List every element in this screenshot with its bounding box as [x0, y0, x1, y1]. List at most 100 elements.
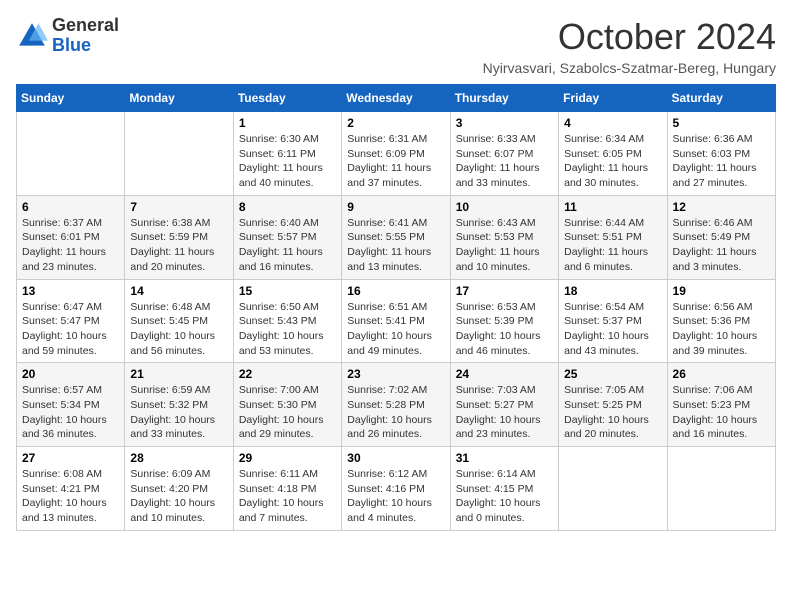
calendar-week-row: 20Sunrise: 6:57 AMSunset: 5:34 PMDayligh… — [17, 363, 776, 447]
calendar-cell — [667, 447, 775, 531]
calendar-cell: 30Sunrise: 6:12 AMSunset: 4:16 PMDayligh… — [342, 447, 450, 531]
calendar-cell: 29 Sunrise: 6:11 AMSunset: 4:18 PMDayligh… — [233, 447, 341, 531]
day-number: 22 — [239, 367, 336, 381]
calendar-cell: 1 Sunrise: 6:30 AMSunset: 6:11 PMDaylight… — [233, 112, 341, 196]
day-info: Sunrise: 7:00 AMSunset: 5:30 PMDaylight:… — [239, 383, 336, 442]
day-info: Sunrise: 6:48 AMSunset: 5:45 PMDaylight:… — [130, 300, 227, 359]
calendar-cell: 20Sunrise: 6:57 AMSunset: 5:34 PMDayligh… — [17, 363, 125, 447]
day-info: Sunrise: 6:12 AMSunset: 4:16 PMDaylight:… — [347, 467, 444, 526]
day-number: 18 — [564, 284, 661, 298]
calendar-cell: 4 Sunrise: 6:34 AMSunset: 6:05 PMDaylight… — [559, 112, 667, 196]
calendar-cell: 13Sunrise: 6:47 AMSunset: 5:47 PMDayligh… — [17, 279, 125, 363]
calendar-cell: 8 Sunrise: 6:40 AMSunset: 5:57 PMDaylight… — [233, 195, 341, 279]
weekday-header-saturday: Saturday — [667, 85, 775, 112]
day-info: Sunrise: 6:30 AMSunset: 6:11 PMDaylight:… — [239, 132, 336, 191]
calendar-cell: 24 Sunrise: 7:03 AMSunset: 5:27 PMDayligh… — [450, 363, 558, 447]
day-info: Sunrise: 6:37 AMSunset: 6:01 PMDaylight:… — [22, 216, 119, 275]
logo-general-text: General — [52, 15, 119, 35]
calendar-cell: 18 Sunrise: 6:54 AMSunset: 5:37 PMDayligh… — [559, 279, 667, 363]
calendar-cell: 6 Sunrise: 6:37 AMSunset: 6:01 PMDaylight… — [17, 195, 125, 279]
weekday-header-monday: Monday — [125, 85, 233, 112]
calendar-cell: 9Sunrise: 6:41 AMSunset: 5:55 PMDaylight… — [342, 195, 450, 279]
calendar-week-row: 27Sunrise: 6:08 AMSunset: 4:21 PMDayligh… — [17, 447, 776, 531]
calendar-body: 1 Sunrise: 6:30 AMSunset: 6:11 PMDaylight… — [17, 112, 776, 531]
day-number: 1 — [239, 116, 336, 130]
calendar-week-row: 13Sunrise: 6:47 AMSunset: 5:47 PMDayligh… — [17, 279, 776, 363]
day-number: 13 — [22, 284, 119, 298]
calendar-week-row: 1 Sunrise: 6:30 AMSunset: 6:11 PMDaylight… — [17, 112, 776, 196]
calendar-table: SundayMondayTuesdayWednesdayThursdayFrid… — [16, 84, 776, 531]
calendar-cell: 23Sunrise: 7:02 AMSunset: 5:28 PMDayligh… — [342, 363, 450, 447]
day-number: 29 — [239, 451, 336, 465]
weekday-header-tuesday: Tuesday — [233, 85, 341, 112]
day-info: Sunrise: 6:54 AMSunset: 5:37 PMDaylight:… — [564, 300, 661, 359]
calendar-cell: 21 Sunrise: 6:59 AMSunset: 5:32 PMDayligh… — [125, 363, 233, 447]
day-number: 25 — [564, 367, 661, 381]
day-number: 16 — [347, 284, 444, 298]
day-number: 3 — [456, 116, 553, 130]
day-number: 17 — [456, 284, 553, 298]
calendar-cell: 19Sunrise: 6:56 AMSunset: 5:36 PMDayligh… — [667, 279, 775, 363]
day-info: Sunrise: 6:53 AMSunset: 5:39 PMDaylight:… — [456, 300, 553, 359]
day-info: Sunrise: 6:40 AMSunset: 5:57 PMDaylight:… — [239, 216, 336, 275]
calendar-cell — [17, 112, 125, 196]
day-number: 31 — [456, 451, 553, 465]
day-number: 26 — [673, 367, 770, 381]
day-info: Sunrise: 6:38 AMSunset: 5:59 PMDaylight:… — [130, 216, 227, 275]
day-info: Sunrise: 6:46 AMSunset: 5:49 PMDaylight:… — [673, 216, 770, 275]
calendar-cell: 27Sunrise: 6:08 AMSunset: 4:21 PMDayligh… — [17, 447, 125, 531]
day-number: 21 — [130, 367, 227, 381]
day-number: 11 — [564, 200, 661, 214]
day-info: Sunrise: 6:51 AMSunset: 5:41 PMDaylight:… — [347, 300, 444, 359]
weekday-header-friday: Friday — [559, 85, 667, 112]
location-text: Nyirvasvari, Szabolcs-Szatmar-Bereg, Hun… — [483, 60, 776, 76]
day-info: Sunrise: 6:09 AMSunset: 4:20 PMDaylight:… — [130, 467, 227, 526]
day-number: 12 — [673, 200, 770, 214]
day-number: 2 — [347, 116, 444, 130]
logo-blue-text: Blue — [52, 35, 91, 55]
day-number: 7 — [130, 200, 227, 214]
calendar-cell: 11Sunrise: 6:44 AMSunset: 5:51 PMDayligh… — [559, 195, 667, 279]
day-number: 4 — [564, 116, 661, 130]
calendar-cell — [125, 112, 233, 196]
weekday-header-sunday: Sunday — [17, 85, 125, 112]
calendar-cell: 3Sunrise: 6:33 AMSunset: 6:07 PMDaylight… — [450, 112, 558, 196]
day-info: Sunrise: 7:03 AMSunset: 5:27 PMDaylight:… — [456, 383, 553, 442]
weekday-header-thursday: Thursday — [450, 85, 558, 112]
day-info: Sunrise: 6:36 AMSunset: 6:03 PMDaylight:… — [673, 132, 770, 191]
day-info: Sunrise: 7:06 AMSunset: 5:23 PMDaylight:… — [673, 383, 770, 442]
day-number: 14 — [130, 284, 227, 298]
day-number: 8 — [239, 200, 336, 214]
calendar-cell: 25 Sunrise: 7:05 AMSunset: 5:25 PMDayligh… — [559, 363, 667, 447]
day-info: Sunrise: 6:50 AMSunset: 5:43 PMDaylight:… — [239, 300, 336, 359]
day-number: 10 — [456, 200, 553, 214]
day-number: 5 — [673, 116, 770, 130]
month-title: October 2024 — [483, 16, 776, 58]
calendar-header-row: SundayMondayTuesdayWednesdayThursdayFrid… — [17, 85, 776, 112]
calendar-cell: 2Sunrise: 6:31 AMSunset: 6:09 PMDaylight… — [342, 112, 450, 196]
day-number: 28 — [130, 451, 227, 465]
day-info: Sunrise: 6:11 AMSunset: 4:18 PMDaylight:… — [239, 467, 336, 526]
calendar-cell: 12 Sunrise: 6:46 AMSunset: 5:49 PMDayligh… — [667, 195, 775, 279]
day-number: 27 — [22, 451, 119, 465]
day-number: 20 — [22, 367, 119, 381]
logo: General Blue — [16, 16, 119, 56]
calendar-cell: 26 Sunrise: 7:06 AMSunset: 5:23 PMDayligh… — [667, 363, 775, 447]
day-number: 24 — [456, 367, 553, 381]
calendar-cell: 28 Sunrise: 6:09 AMSunset: 4:20 PMDayligh… — [125, 447, 233, 531]
day-info: Sunrise: 7:02 AMSunset: 5:28 PMDaylight:… — [347, 383, 444, 442]
calendar-cell — [559, 447, 667, 531]
page-header: General Blue October 2024 Nyirvasvari, S… — [16, 16, 776, 76]
day-number: 6 — [22, 200, 119, 214]
calendar-cell: 16 Sunrise: 6:51 AMSunset: 5:41 PMDayligh… — [342, 279, 450, 363]
day-info: Sunrise: 7:05 AMSunset: 5:25 PMDaylight:… — [564, 383, 661, 442]
day-number: 19 — [673, 284, 770, 298]
day-info: Sunrise: 6:34 AMSunset: 6:05 PMDaylight:… — [564, 132, 661, 191]
calendar-cell: 5 Sunrise: 6:36 AMSunset: 6:03 PMDaylight… — [667, 112, 775, 196]
title-area: October 2024 Nyirvasvari, Szabolcs-Szatm… — [483, 16, 776, 76]
day-info: Sunrise: 6:43 AMSunset: 5:53 PMDaylight:… — [456, 216, 553, 275]
weekday-header-wednesday: Wednesday — [342, 85, 450, 112]
calendar-cell: 15Sunrise: 6:50 AMSunset: 5:43 PMDayligh… — [233, 279, 341, 363]
day-info: Sunrise: 6:59 AMSunset: 5:32 PMDaylight:… — [130, 383, 227, 442]
day-info: Sunrise: 6:14 AMSunset: 4:15 PMDaylight:… — [456, 467, 553, 526]
